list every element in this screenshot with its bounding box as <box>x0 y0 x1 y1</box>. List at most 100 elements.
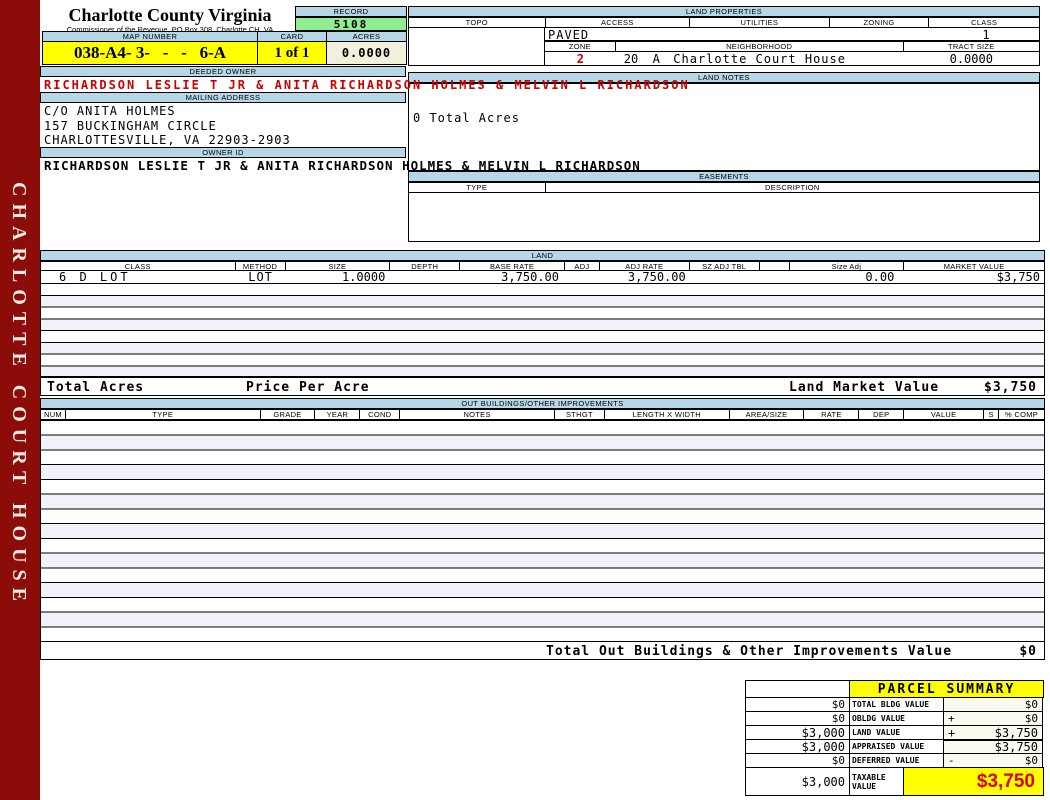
out-buildings-empty-rows <box>40 420 1045 641</box>
price-per-acre-label: Price Per Acre <box>246 380 370 395</box>
ob-col-num: NUM <box>41 410 66 419</box>
record-value: 5108 <box>295 17 407 31</box>
zone-value-row: 2 20 A Charlotte Court House 0.0000 <box>544 52 1040 66</box>
val: $0 <box>1024 698 1038 711</box>
access-row: PAVED 1 <box>544 28 1040 42</box>
land-cell-market-value: $3,750 <box>996 270 1041 284</box>
label-taxable-value: TAXABLE VALUE <box>849 767 904 796</box>
tract-size-value: 0.0000 <box>949 51 993 66</box>
acres-value: 0.0000 <box>326 41 407 65</box>
land-col-adj-rate: ADJ RATE <box>600 262 690 271</box>
parcel-summary: PARCEL SUMMARY $0 TOTAL BLDG VALUE $0 $0… <box>745 680 1045 796</box>
ob-col-type: TYPE <box>66 410 261 419</box>
val: $0 <box>1024 754 1038 767</box>
prior-obldg-value: $0 <box>745 711 850 726</box>
ob-col-grade: GRADE <box>261 410 316 419</box>
label-total-bldg-value: TOTAL BLDG VALUE <box>849 697 944 712</box>
owner-id-value: RICHARDSON LESLIE T JR & ANITA RICHARDSO… <box>44 158 641 173</box>
easement-type-label: TYPE <box>409 183 546 192</box>
mailing-address: C/O ANITA HOLMES 157 BUCKINGHAM CIRCLE C… <box>44 104 291 148</box>
label-obldg-value: OBLDG VALUE <box>849 711 944 726</box>
land-col-base-rate: BASE RATE <box>460 262 565 271</box>
col-access: ACCESS <box>546 18 691 27</box>
col-topo: TOPO <box>409 18 546 27</box>
value-total-bldg: $0 <box>943 697 1043 712</box>
land-cell-method: LOT <box>248 270 273 284</box>
prior-land-value: $3,000 <box>745 725 850 740</box>
summary-row-deferred: $0 DEFERRED VALUE - $0 <box>745 753 1045 768</box>
property-record-card: CHARLOTTE COURT HOUSE Charlotte County V… <box>0 0 1050 800</box>
col-class: CLASS <box>971 18 998 27</box>
topo-value-box <box>408 28 545 66</box>
val: $0 <box>1024 712 1038 725</box>
access-value: PAVED <box>548 28 590 42</box>
land-col-market-value: MARKET VALUE <box>943 261 1005 271</box>
land-col-size: SIZE <box>286 262 391 271</box>
mailing-address-line: C/O ANITA HOLMES <box>44 104 176 118</box>
val: $3,750 <box>994 725 1038 740</box>
land-notes-text: 0 Total Acres <box>413 111 520 125</box>
land-market-value-label: Land Market Value <box>789 380 940 395</box>
land-properties-title: LAND PROPERTIES <box>408 6 1040 17</box>
land-cell-size-adj: 0.00 <box>865 270 895 284</box>
summary-row-land: $3,000 LAND VALUE + $3,750 <box>745 725 1045 740</box>
label-appraised-value: APPRAISED VALUE <box>849 739 944 754</box>
value-land: + $3,750 <box>943 725 1043 740</box>
land-cell-blank <box>760 271 790 283</box>
ob-col-value: VALUE <box>904 410 985 419</box>
ob-col-year: YEAR <box>315 410 361 419</box>
land-cell-depth <box>390 271 460 283</box>
neighborhood-cell: 20 A Charlotte Court House <box>616 51 904 66</box>
land-col-blank <box>760 262 790 270</box>
label-land-value: LAND VALUE <box>849 725 944 740</box>
summary-row-total-bldg: $0 TOTAL BLDG VALUE $0 <box>745 697 1045 712</box>
ob-col-pct-comp: % COMP <box>1005 410 1039 419</box>
land-section-title: LAND <box>40 250 1045 261</box>
op: + <box>948 725 956 740</box>
taxable-label-line2: VALUE <box>852 781 877 791</box>
col-utilities: UTILITIES <box>690 18 830 27</box>
land-col-adj: ADJ <box>565 262 600 271</box>
out-buildings-total-row: Total Out Buildings & Other Improvements… <box>40 641 1045 660</box>
neighborhood-value: Charlotte Court House <box>673 51 846 66</box>
summary-row-appraised: $3,000 APPRAISED VALUE $3,750 <box>745 739 1045 754</box>
ob-col-area-size: AREA/SIZE <box>730 410 805 419</box>
prior-deferred-value: $0 <box>745 753 850 768</box>
value-obldg: + $0 <box>943 711 1043 726</box>
easements-empty-box <box>408 192 1040 242</box>
op: - <box>948 754 955 767</box>
deeded-owner-value: RICHARDSON LESLIE T JR & ANITA RICHARDSO… <box>44 78 690 92</box>
prior-taxable-value: $3,000 <box>745 767 850 796</box>
val: $3,750 <box>994 740 1038 754</box>
ob-col-rate: RATE <box>804 410 860 419</box>
record-label: RECORD <box>295 6 407 17</box>
land-cell-adj-rate: 3,750.00 <box>627 270 686 284</box>
land-cell-class: 6 D LOT <box>59 270 131 284</box>
county-title: Charlotte County Virginia <box>68 5 272 25</box>
sidebar-band: CHARLOTTE COURT HOUSE <box>0 0 40 800</box>
out-buildings-header-row: NUM TYPE GRADE YEAR COND NOTES STHGT LEN… <box>40 409 1045 420</box>
tract-size-label: TRACT SIZE <box>947 42 995 51</box>
summary-row-taxable: $3,000 TAXABLE VALUE $3,750 <box>745 767 1045 796</box>
land-cell-adj <box>565 271 600 283</box>
taxable-value: $3,750 <box>903 767 1044 796</box>
land-col-depth: DEPTH <box>390 262 461 271</box>
prior-appraised-value: $3,000 <box>745 739 850 754</box>
ob-col-notes: NOTES <box>400 410 555 419</box>
total-acres-label: Total Acres <box>47 380 145 395</box>
out-buildings-title: OUT BUILDINGS/OTHER IMPROVEMENTS <box>40 398 1045 409</box>
land-cell-base-rate: 3,750.00 <box>501 270 559 284</box>
land-col-sz-adj-tbl: SZ ADJ TBL <box>690 262 760 271</box>
ob-col-length-width: LENGTH X WIDTH <box>605 410 730 419</box>
mailing-address-line: CHARLOTTESVILLE, VA 22903-2903 <box>44 133 291 147</box>
neighborhood-label: NEIGHBORHOOD <box>616 42 904 51</box>
label-deferred-value: DEFERRED VALUE <box>849 753 944 768</box>
land-empty-rows <box>40 283 1045 377</box>
land-cell-sz-adj-tbl <box>690 271 760 283</box>
land-col-method: METHOD <box>236 262 286 271</box>
parcel-summary-title: PARCEL SUMMARY <box>849 680 1044 698</box>
mailing-address-line: 157 BUCKINGHAM CIRCLE <box>44 118 217 133</box>
owner-id-label: OWNER ID <box>40 147 406 158</box>
land-properties-header-row: TOPO ACCESS UTILITIES ZONING CLASS <box>408 17 1040 28</box>
ob-col-sthgt: STHGT <box>555 410 605 419</box>
